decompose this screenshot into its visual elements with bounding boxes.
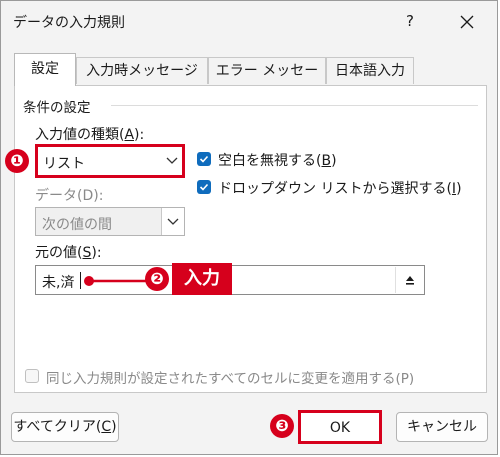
collapse-dialog-icon	[405, 276, 414, 285]
data-label: データ(D):	[35, 188, 104, 204]
apply-all-label: 同じ入力規則が設定されたすべてのセルに変更を適用する(P)	[46, 371, 415, 387]
input-callout: 入力	[172, 263, 232, 295]
tab-ime-mode[interactable]: 日本語入力	[326, 57, 414, 84]
chevron-down-icon	[161, 208, 184, 235]
step-2-badge: ❷	[145, 267, 169, 291]
source-input-value: 未,済	[42, 275, 75, 291]
close-icon	[460, 15, 474, 28]
step-1-badge: ❶	[5, 149, 29, 173]
cancel-button[interactable]: キャンセル	[396, 412, 488, 442]
clear-all-button[interactable]: すべてクリア(C)	[11, 412, 119, 442]
step-3-badge: ❸	[270, 414, 294, 438]
checkmark-icon	[199, 155, 209, 163]
ignore-blank-label: 空白を無視する(B)	[218, 153, 337, 169]
allow-select-highlight	[35, 144, 185, 178]
tab-settings[interactable]: 設定	[14, 53, 76, 86]
ignore-blank-checkbox[interactable]	[197, 152, 211, 166]
title-bar: データの入力規則 ?	[1, 1, 497, 41]
range-picker-button[interactable]	[395, 267, 423, 293]
tab-input-message[interactable]: 入力時メッセージ	[76, 57, 208, 84]
data-select-value: 次の値の間	[42, 217, 112, 233]
apply-all-checkbox	[25, 369, 39, 383]
dialog-title: データの入力規則	[13, 15, 125, 31]
group-divider	[111, 105, 478, 106]
validation-criteria-title: 条件の設定	[23, 96, 97, 116]
close-button[interactable]	[443, 5, 491, 37]
allow-label: 入力値の種類(A):	[35, 127, 145, 143]
ok-button[interactable]: OK	[298, 410, 382, 444]
help-button[interactable]: ?	[385, 5, 435, 37]
settings-panel: 条件の設定 入力値の種類(A): リスト 空白を無視する(B) ドロップダウン …	[14, 85, 487, 393]
data-select: 次の値の間	[35, 207, 185, 236]
source-label: 元の値(S):	[35, 245, 102, 261]
in-cell-dropdown-label: ドロップダウン リストから選択する(I)	[218, 181, 462, 197]
tab-error-message[interactable]: エラー メッセージ	[208, 57, 326, 106]
in-cell-dropdown-checkbox[interactable]	[197, 180, 211, 194]
data-validation-dialog: データの入力規則 ? 設定 入力時メッセージ エラー メッセージ 日本語入力 条…	[0, 0, 498, 455]
checkmark-icon	[199, 183, 209, 191]
